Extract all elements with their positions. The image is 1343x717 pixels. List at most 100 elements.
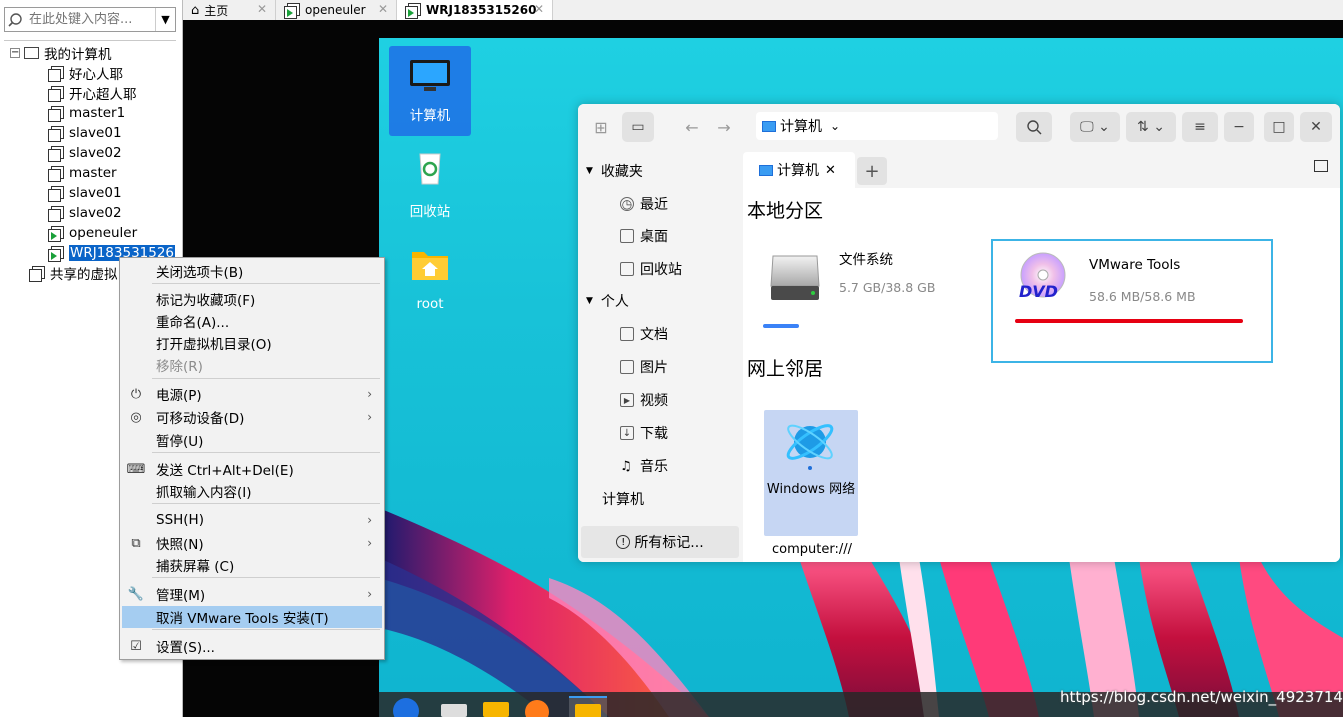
- menu-item-capture[interactable]: 捕获屏幕 (C): [122, 554, 382, 576]
- menu-item-grab-input[interactable]: 抓取输入内容(I): [122, 480, 382, 502]
- sidebar-item-videos[interactable]: ▶ 视频: [620, 389, 668, 411]
- tab-close-icon[interactable]: ✕: [378, 2, 388, 16]
- tree-shared-label: 共享的虚拟: [50, 267, 118, 283]
- maximize-icon: □: [1272, 119, 1286, 135]
- minimize-button[interactable]: −: [1224, 112, 1254, 142]
- tab-home[interactable]: ⌂ 主页 ✕: [183, 0, 276, 20]
- search-dropdown-icon[interactable]: ▼: [155, 8, 175, 31]
- tab-close-icon[interactable]: ✕: [534, 2, 544, 16]
- tree-vm-item[interactable]: openeuler: [48, 223, 137, 243]
- computer-icon: [24, 47, 39, 59]
- taskbar-file-manager-icon[interactable]: [569, 696, 607, 717]
- taskbar-window-icon[interactable]: [441, 704, 467, 717]
- menu-item-snapshot[interactable]: ⧉ 快照(N) ›: [122, 532, 382, 554]
- menu-item-remove[interactable]: 移除(R): [122, 354, 382, 376]
- collapse-icon[interactable]: −: [10, 48, 20, 58]
- sidebar-group-favorites[interactable]: ▼ 收藏夹: [586, 160, 643, 182]
- menu-button[interactable]: ≡: [1182, 112, 1218, 142]
- power-icon: ⏻: [130, 386, 142, 402]
- menu-item-rename[interactable]: 重命名(A)...: [122, 310, 382, 332]
- desktop-icon-root[interactable]: root: [389, 246, 471, 316]
- drive-filesystem[interactable]: 文件系统 5.7 GB/38.8 GB: [763, 238, 983, 338]
- view-mode-button[interactable]: 🖵 ⌄: [1070, 112, 1120, 142]
- tree-vm-item[interactable]: slave02: [48, 203, 122, 223]
- menu-item-power[interactable]: ⏻ 电源(P) ›: [122, 383, 382, 405]
- terminal-button[interactable]: ▭: [622, 112, 654, 142]
- menu-item-label: 暂停(U): [156, 434, 204, 450]
- sort-button[interactable]: ⇅ ⌄: [1126, 112, 1176, 142]
- menu-item-send-cad[interactable]: ⌨ 发送 Ctrl+Alt+Del(E): [122, 458, 382, 480]
- taskbar-folder-icon[interactable]: [483, 702, 509, 717]
- tree-vm-item[interactable]: master1: [48, 103, 125, 123]
- search-button[interactable]: [1016, 112, 1052, 142]
- library-search-box[interactable]: ▼: [4, 7, 176, 32]
- back-button[interactable]: ←: [678, 112, 706, 142]
- chevron-down-icon[interactable]: ⌄: [830, 119, 840, 133]
- tree-vm-item[interactable]: master: [48, 163, 117, 183]
- minimize-icon: −: [1233, 119, 1245, 135]
- tab-home-label: 主页: [204, 3, 229, 18]
- split-view-icon[interactable]: [1314, 160, 1328, 172]
- sidebar-item-documents[interactable]: 文档: [620, 323, 668, 345]
- menu-separator: [152, 452, 380, 453]
- wrench-icon: 🔧: [127, 586, 145, 602]
- tree-vm-item[interactable]: slave02: [48, 143, 122, 163]
- sidebar-group-personal[interactable]: ▼ 个人: [586, 290, 629, 312]
- sidebar-item-trash[interactable]: 回收站: [620, 258, 682, 280]
- close-button[interactable]: ✕: [1300, 112, 1332, 142]
- menu-separator: [152, 283, 380, 284]
- vm-icon: [48, 125, 64, 142]
- menu-item-manage[interactable]: 🔧 管理(M) ›: [122, 583, 382, 605]
- new-tab-button[interactable]: +: [857, 157, 887, 185]
- tree-vm-item[interactable]: slave01: [48, 183, 122, 203]
- tree-vm-item[interactable]: 开心超人耶: [48, 83, 137, 103]
- new-folder-icon[interactable]: ⊞: [586, 112, 616, 142]
- start-menu-icon[interactable]: [393, 698, 419, 717]
- drive-vmware-tools[interactable]: DVD VMware Tools 58.6 MB/58.6 MB: [991, 239, 1273, 363]
- tree-vm-item[interactable]: slave01: [48, 123, 122, 143]
- menu-item-open-vm-dir[interactable]: 打开虚拟机目录(O): [122, 332, 382, 354]
- tree-vm-item[interactable]: 好心人耶: [48, 63, 123, 83]
- sidebar-item-pictures[interactable]: 图片: [620, 356, 668, 378]
- desktop-icon-computer[interactable]: 计算机: [389, 46, 471, 136]
- fm-uri-label: computer:///: [772, 542, 852, 557]
- menu-item-ssh[interactable]: SSH(H) ›: [122, 509, 382, 531]
- menu-item-pause[interactable]: 暂停(U): [122, 429, 382, 451]
- menu-item-removable[interactable]: ◎ 可移动设备(D) ›: [122, 406, 382, 428]
- network-windows[interactable]: Windows 网络: [764, 410, 858, 536]
- menu-item-close-tab[interactable]: 关闭选项卡(B): [122, 260, 382, 282]
- menu-item-settings[interactable]: ☑ 设置(S)...: [122, 635, 382, 657]
- library-search-input[interactable]: [29, 12, 147, 27]
- tree-vm-label: slave02: [69, 205, 122, 221]
- all-tags-label: 所有标记...: [634, 535, 704, 551]
- sidebar-item-label: 下载: [640, 426, 668, 442]
- maximize-button[interactable]: □: [1264, 112, 1294, 142]
- sidebar-item-downloads[interactable]: ↓ 下载: [620, 422, 668, 444]
- tree-shared-vms[interactable]: 共享的虚拟: [29, 263, 118, 283]
- taskbar-firefox-icon[interactable]: [525, 700, 549, 717]
- info-icon: !: [616, 535, 631, 549]
- sidebar-item-recent[interactable]: ◷ 最近: [620, 193, 668, 215]
- tree-root-my-computer[interactable]: − 我的计算机: [10, 43, 112, 63]
- tree-vm-label: openeuler: [69, 225, 138, 241]
- tree-vm-label: master1: [69, 105, 126, 121]
- tab-wrj[interactable]: WRJ1835315260 ✕: [397, 0, 553, 20]
- menu-item-label: 移除(R): [156, 359, 203, 375]
- desktop-icon-trash[interactable]: 回收站: [389, 148, 471, 220]
- address-bar[interactable]: 计算机 ⌄: [756, 112, 998, 140]
- tab-openeuler[interactable]: openeuler ✕: [276, 0, 397, 20]
- tab-close-icon[interactable]: ✕: [257, 2, 267, 16]
- sidebar-item-label: 桌面: [640, 229, 668, 245]
- fm-tab-computer[interactable]: 计算机 ✕: [743, 152, 855, 188]
- forward-button[interactable]: →: [710, 112, 738, 142]
- sidebar-item-desktop[interactable]: 桌面: [620, 225, 668, 247]
- close-icon[interactable]: ✕: [825, 163, 836, 178]
- all-tags-button[interactable]: ! 所有标记...: [581, 526, 739, 558]
- drive-name: 文件系统: [839, 252, 893, 268]
- menu-separator: [152, 577, 380, 578]
- sidebar-item-music[interactable]: ♫ 音乐: [620, 455, 668, 477]
- menu-item-mark-favorite[interactable]: 标记为收藏项(F): [122, 288, 382, 310]
- tab-wrj-label: WRJ1835315260: [426, 3, 537, 17]
- menu-item-cancel-tools[interactable]: 取消 VMware Tools 安装(T): [122, 606, 382, 628]
- sidebar-item-computer[interactable]: 计算机: [602, 488, 644, 510]
